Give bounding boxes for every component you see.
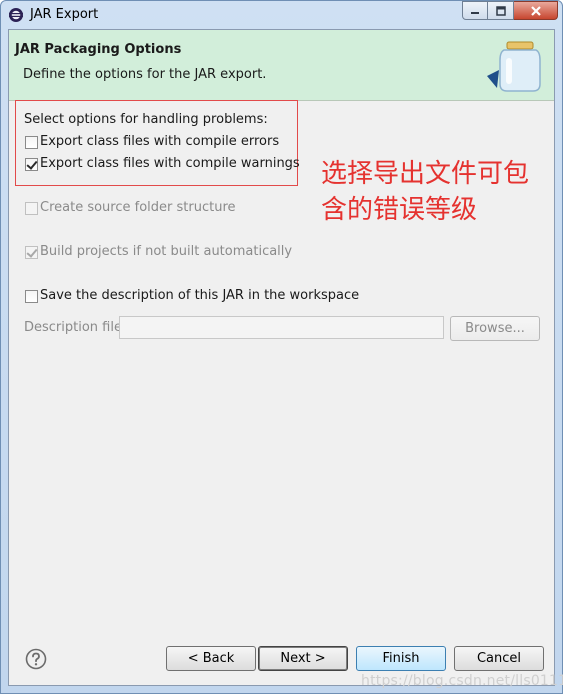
next-button[interactable]: Next >: [258, 646, 348, 671]
maximize-button[interactable]: [488, 1, 514, 20]
jar-export-window: JAR Export JAR Packaging Options Define …: [0, 0, 563, 694]
export-errors-label[interactable]: Export class files with compile errors: [40, 134, 279, 149]
window-controls: [462, 1, 558, 21]
create-source-folder-label: Create source folder structure: [40, 200, 236, 215]
save-description-label[interactable]: Save the description of this JAR in the …: [40, 288, 359, 303]
problems-heading: Select options for handling problems:: [24, 112, 268, 127]
browse-button: Browse...: [450, 316, 540, 341]
help-icon[interactable]: [25, 648, 47, 670]
close-icon: [530, 5, 541, 16]
save-description-checkbox[interactable]: [25, 290, 38, 303]
annotation-text: 选择导出文件可包 含的错误等级: [321, 156, 561, 228]
wizard-banner: JAR Packaging Options Define the options…: [9, 30, 554, 101]
minimize-button[interactable]: [462, 1, 488, 20]
back-button[interactable]: < Back: [166, 646, 256, 671]
close-button[interactable]: [514, 1, 558, 20]
annotation-line-2: 含的错误等级: [321, 195, 478, 225]
cancel-button[interactable]: Cancel: [454, 646, 544, 671]
dialog-client-area: JAR Packaging Options Define the options…: [8, 29, 555, 686]
export-warnings-checkbox[interactable]: [25, 158, 38, 171]
titlebar[interactable]: JAR Export: [1, 1, 562, 29]
eclipse-app-icon: [9, 8, 23, 22]
watermark: https://blog.csdn.net/lls0111: [361, 673, 563, 689]
page-title: JAR Packaging Options: [15, 42, 182, 57]
page-description: Define the options for the JAR export.: [23, 67, 267, 82]
description-file-label: Description file:: [24, 320, 127, 335]
jar-icon: [487, 41, 541, 92]
maximize-icon: [495, 5, 506, 16]
export-errors-checkbox[interactable]: [25, 136, 38, 149]
minimize-icon: [471, 11, 479, 14]
build-projects-checkbox: [25, 246, 38, 259]
create-source-folder-checkbox: [25, 202, 38, 215]
finish-button[interactable]: Finish: [356, 646, 446, 671]
window-title: JAR Export: [30, 7, 99, 22]
export-warnings-label[interactable]: Export class files with compile warnings: [40, 156, 300, 171]
annotation-line-1: 选择导出文件可包: [321, 159, 530, 189]
build-projects-label: Build projects if not built automaticall…: [40, 244, 293, 259]
description-file-input: [119, 316, 444, 339]
